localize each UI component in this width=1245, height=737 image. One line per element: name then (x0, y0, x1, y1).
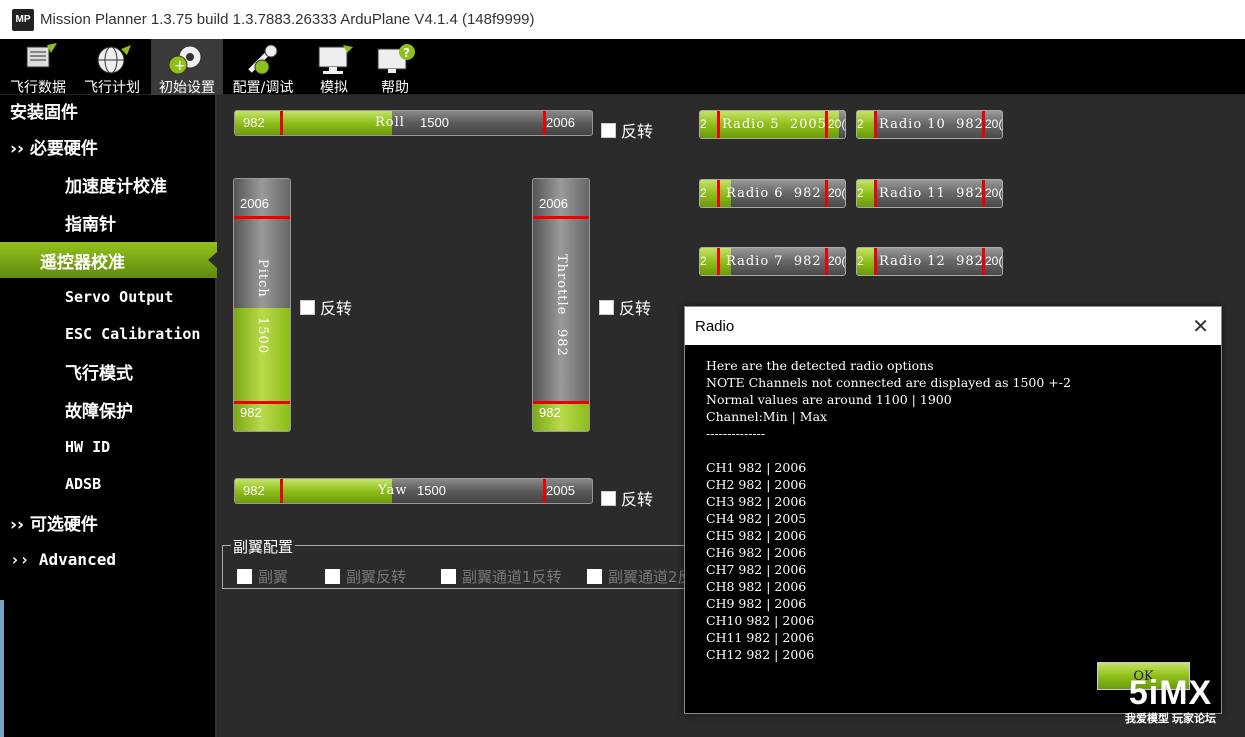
watermark-logo: 5iMX 我爱模型 玩家论坛 (1125, 676, 1216, 726)
radio-dialog: Radio ✕ Here are the detected radio opti… (684, 306, 1222, 714)
throttle-channel-bar: 2006 Throttle 982 982 (532, 178, 590, 432)
svg-text:?: ? (403, 46, 410, 60)
pitch-max-marker (234, 216, 290, 219)
sidebar-item-esc-calibration[interactable]: ESC Calibration (0, 316, 217, 352)
yaw-channel-bar: 982 Yaw 1500 2005 (234, 478, 593, 504)
watermark-tagline: 我爱模型 玩家论坛 (1125, 713, 1217, 725)
yaw-reverse-checkbox[interactable]: 反转 (601, 486, 653, 510)
roll-label: Roll (375, 115, 405, 130)
simulation-icon (313, 43, 355, 75)
sidebar-item-servo-output[interactable]: Servo Output (0, 279, 217, 315)
sidebar-section-mandatory-hardware[interactable]: ›› 必要硬件 (0, 128, 217, 164)
radio-5-label: Radio 5 2005 (722, 117, 827, 132)
roll-min: 982 (243, 115, 265, 130)
pitch-min: 982 (240, 405, 262, 420)
window-title: Mission Planner 1.3.75 build 1.3.7883.26… (40, 11, 535, 28)
radio-11-bar: 2 Radio 11 982 20( (856, 179, 1003, 208)
radio-7-bar: 2 Radio 7 982 20( (699, 247, 846, 276)
radio-12-label: Radio 12 982 (879, 254, 984, 269)
roll-value: 1500 (420, 115, 449, 130)
checkbox-box (599, 299, 614, 315)
sidebar-item-accel-calibration[interactable]: 加速度计校准 (0, 166, 217, 202)
yaw-max: 2005 (546, 483, 575, 498)
throttle-value: 982 (554, 329, 569, 357)
sidebar-item-compass[interactable]: 指南针 (0, 204, 217, 240)
throttle-max-marker (533, 216, 589, 219)
throttle-max: 2006 (539, 196, 568, 211)
sidebar-item-adsb[interactable]: ADSB (0, 466, 217, 502)
help-icon: ? (374, 43, 416, 75)
radio-6-label: Radio 6 982 (726, 186, 822, 201)
yaw-min-marker (280, 479, 283, 503)
close-icon[interactable]: ✕ (1192, 314, 1209, 339)
sidebar-item-flight-modes[interactable]: 飞行模式 (0, 353, 217, 389)
checkbox-box (601, 122, 616, 138)
pitch-reverse-checkbox[interactable]: 反转 (300, 295, 352, 319)
svg-text:+: + (174, 58, 186, 74)
pitch-min-marker (234, 401, 290, 404)
radio-6-bar: 2 Radio 6 982 20( (699, 179, 846, 208)
sidebar-item-install-firmware[interactable]: 安装固件 (0, 92, 217, 128)
pitch-channel-bar: 2006 Pitch 1500 982 (233, 178, 291, 432)
radio-11-label: Radio 11 982 (879, 186, 984, 201)
sidebar-section-optional-hardware[interactable]: ›› 可选硬件 (0, 504, 217, 540)
sidebar-item-failsafe[interactable]: 故障保护 (0, 391, 217, 427)
yaw-min: 982 (243, 483, 265, 498)
aileron-config-legend: 副翼配置 (231, 536, 296, 557)
toolbar-simulation[interactable]: 模拟 (305, 39, 363, 96)
toolbar-flight-plan[interactable]: 飞行计划 (80, 39, 144, 96)
roll-reverse-checkbox[interactable]: 反转 (601, 118, 653, 142)
aileron-checkbox[interactable]: 副翼 (237, 566, 288, 587)
yaw-value: 1500 (417, 483, 446, 498)
roll-channel-bar: 982 Roll 1500 2006 (234, 110, 593, 136)
radio-12-bar: 2 Radio 12 982 20( (856, 247, 1003, 276)
flight-plan-icon (91, 43, 133, 75)
radio-5-bar: 2 Radio 5 2005 20( (699, 110, 846, 139)
yaw-label: Yaw (378, 483, 408, 498)
radio-options-text: Here are the detected radio options NOTE… (706, 358, 1071, 662)
checkbox-box (300, 299, 315, 315)
title-bar: MP Mission Planner 1.3.75 build 1.3.7883… (0, 0, 1245, 39)
main-toolbar: 飞行数据 飞行计划 + 初始设置 配置/调试 模拟 ? 帮助 (0, 39, 1245, 96)
throttle-reverse-checkbox[interactable]: 反转 (599, 295, 651, 319)
dialog-title: Radio (695, 317, 735, 335)
flight-data-icon (17, 43, 59, 75)
desktop-edge (0, 600, 4, 737)
app-logo-icon: MP (12, 8, 34, 31)
aileron-ch2-reverse-checkbox[interactable]: 副翼通道2反 (587, 566, 693, 587)
sidebar-section-advanced[interactable]: ›› Advanced (0, 541, 217, 577)
radio-10-label: Radio 10 982 (879, 117, 984, 132)
checkbox-box (601, 490, 616, 506)
toolbar-config-tuning[interactable]: 配置/调试 (228, 39, 298, 96)
initial-setup-icon: + (166, 43, 208, 75)
sidebar-item-hw-id[interactable]: HW ID (0, 429, 217, 465)
radio-10-bar: 2 Radio 10 982 20( (856, 110, 1003, 139)
config-tuning-icon (242, 43, 284, 75)
toolbar-flight-data[interactable]: 飞行数据 (4, 39, 72, 96)
aileron-config-group: 副翼配置 副翼 副翼反转 副翼通道1反转 副翼通道2反 (222, 536, 762, 589)
watermark-brand: 5iMX (1128, 674, 1213, 712)
roll-min-marker (280, 111, 283, 135)
throttle-min: 982 (539, 405, 561, 420)
aileron-ch1-reverse-checkbox[interactable]: 副翼通道1反转 (441, 566, 562, 587)
pitch-label: Pitch (255, 259, 270, 298)
throttle-label: Throttle (554, 254, 569, 316)
pitch-value: 1500 (255, 317, 270, 355)
throttle-min-marker (533, 401, 589, 404)
radio-7-label: Radio 7 982 (726, 254, 822, 269)
sidebar: 安装固件 ›› 必要硬件 加速度计校准 指南针 遥控器校准 Servo Outp… (0, 95, 217, 737)
toolbar-initial-setup[interactable]: + 初始设置 (151, 39, 223, 96)
pitch-max: 2006 (240, 196, 269, 211)
roll-max: 2006 (546, 115, 575, 130)
dialog-header: Radio ✕ (685, 307, 1221, 345)
aileron-reverse-checkbox[interactable]: 副翼反转 (325, 566, 406, 587)
sidebar-item-radio-calibration[interactable]: 遥控器校准 (0, 242, 217, 278)
toolbar-help[interactable]: ? 帮助 (367, 39, 423, 96)
dialog-body: Here are the detected radio options NOTE… (685, 345, 1221, 713)
